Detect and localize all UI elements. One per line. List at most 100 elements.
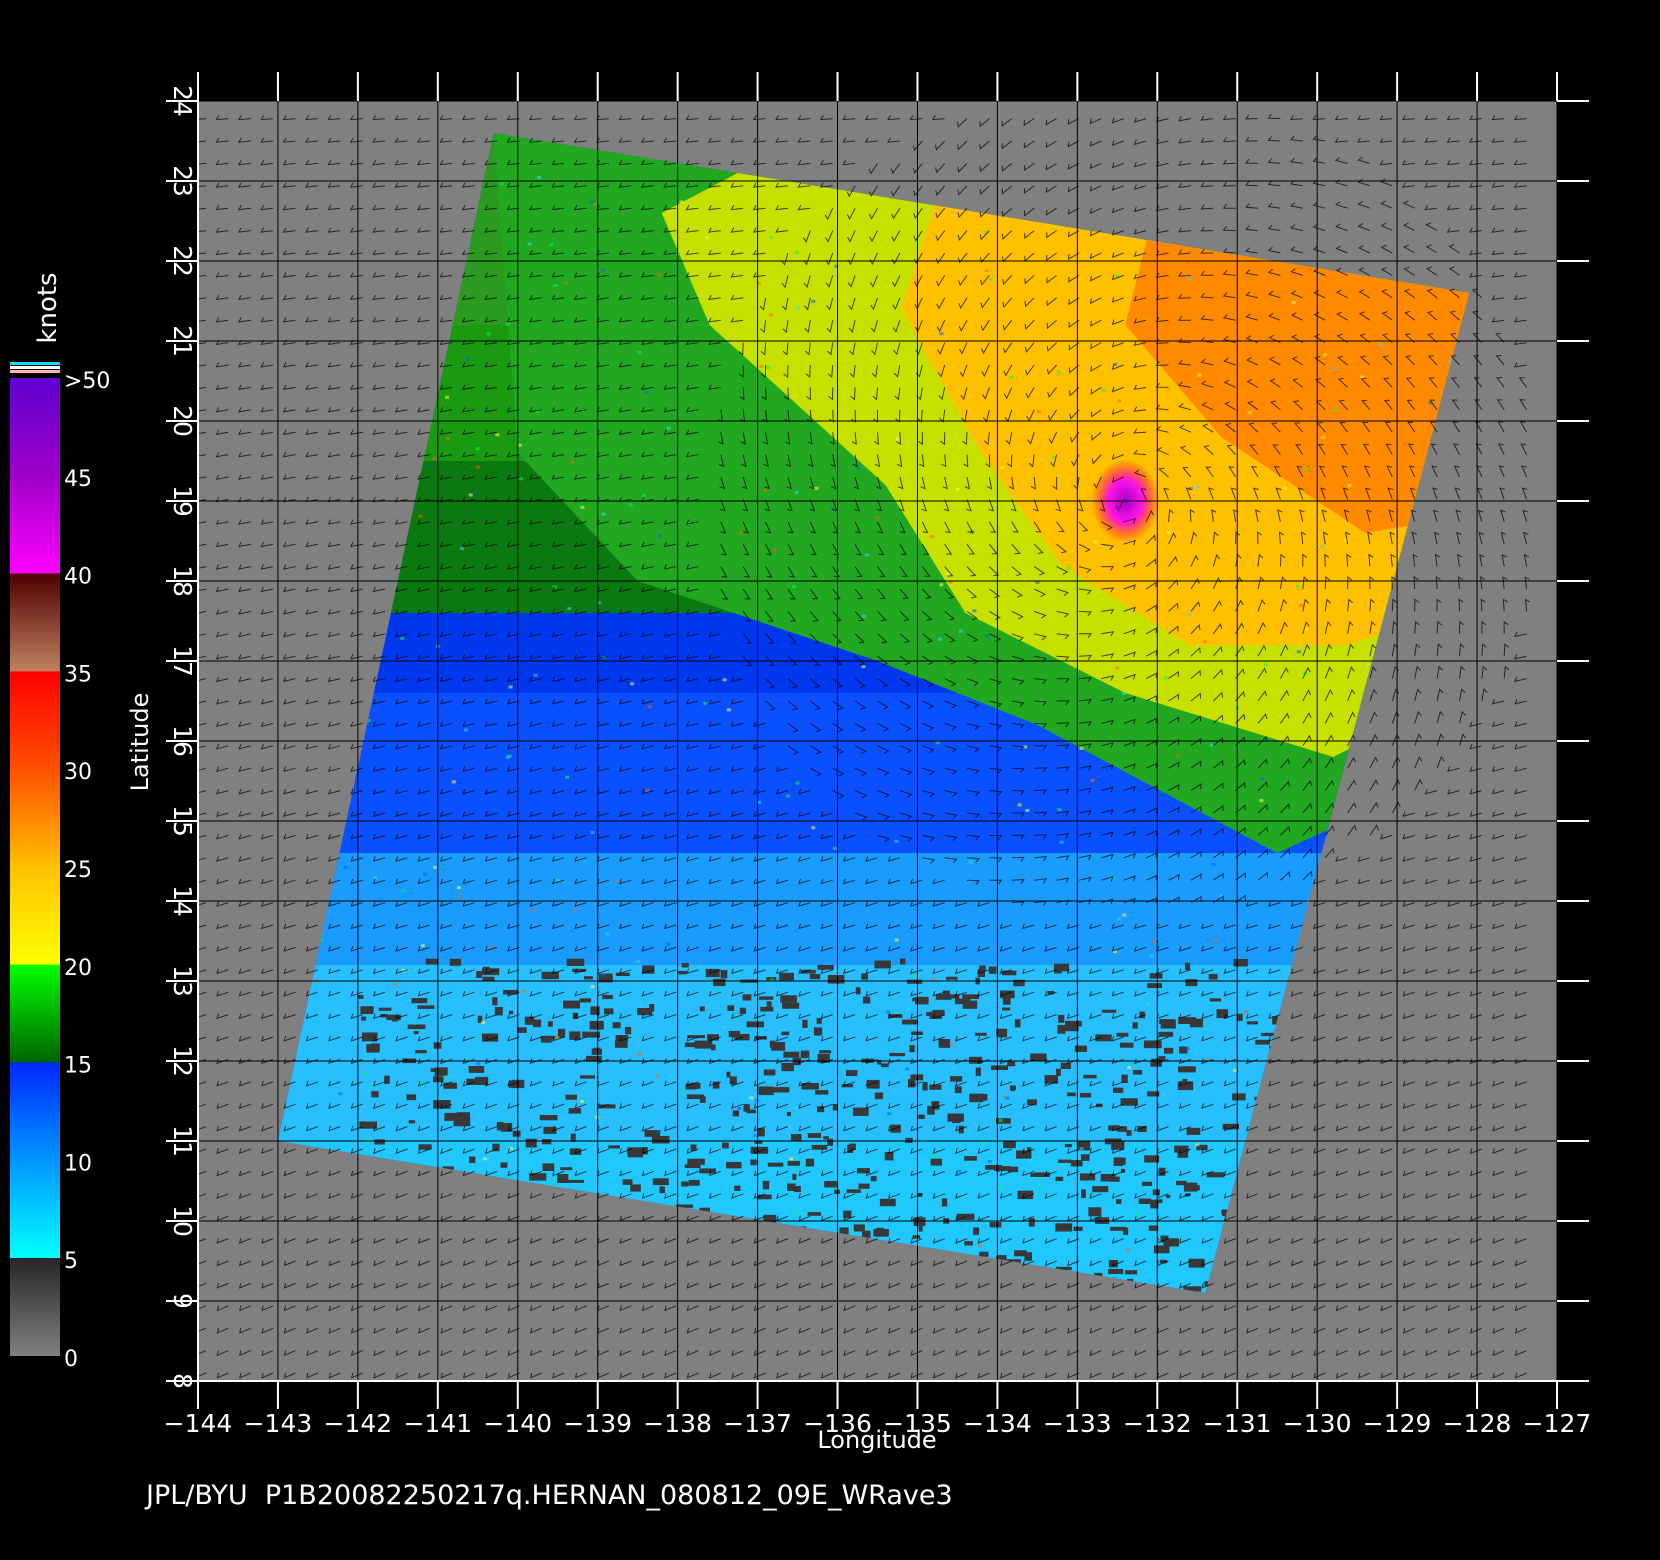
colorbar-cap-line — [10, 362, 60, 365]
low-wind-speckle — [941, 1198, 948, 1207]
low-wind-speckle — [541, 971, 559, 980]
speckle — [759, 365, 764, 368]
speckle — [393, 983, 397, 987]
speckle — [1177, 1133, 1182, 1136]
speckle — [445, 1075, 449, 1079]
speckle — [936, 741, 940, 745]
speckle — [1211, 863, 1216, 867]
speckle — [1000, 466, 1005, 469]
low-wind-speckle — [746, 1021, 764, 1028]
speckle — [939, 583, 944, 587]
low-wind-speckle — [358, 995, 364, 999]
low-wind-speckle — [1126, 1130, 1132, 1136]
speckle — [939, 332, 944, 336]
low-wind-speckle — [614, 1040, 628, 1048]
low-wind-speckle — [1055, 1176, 1064, 1181]
low-wind-speckle — [813, 1027, 823, 1036]
low-wind-speckle — [517, 1027, 527, 1033]
low-wind-speckle — [905, 1137, 913, 1143]
low-wind-speckle — [879, 1198, 896, 1207]
speckle — [1117, 399, 1122, 403]
low-wind-speckle — [989, 1222, 1002, 1228]
low-wind-speckle — [750, 1146, 769, 1154]
low-wind-speckle — [964, 1241, 973, 1246]
low-wind-speckle — [1088, 1207, 1102, 1217]
speckle — [644, 390, 649, 394]
lon-tick-label: −140 — [483, 1409, 552, 1438]
low-wind-speckle — [378, 1007, 392, 1011]
speckle — [362, 1057, 367, 1061]
speckle — [1117, 917, 1121, 921]
lon-tick-label: −144 — [164, 1409, 233, 1438]
lat-tick-label: 19 — [168, 485, 197, 517]
low-wind-speckle — [979, 965, 986, 971]
speckle — [929, 535, 934, 539]
speckle — [1243, 1010, 1248, 1014]
speckle — [998, 1119, 1003, 1122]
speckle — [1057, 808, 1062, 812]
low-wind-speckle — [699, 1096, 706, 1103]
speckle — [887, 1112, 892, 1116]
speckle — [726, 708, 731, 712]
low-wind-speckle — [566, 958, 585, 966]
low-wind-speckle — [568, 1108, 582, 1114]
low-wind-speckle — [783, 1051, 800, 1058]
speckle — [1079, 1147, 1084, 1151]
low-wind-speckle — [902, 1019, 918, 1025]
low-wind-speckle — [542, 1163, 555, 1171]
speckle — [754, 1098, 759, 1102]
low-wind-speckle — [1070, 1160, 1083, 1167]
low-wind-speckle — [705, 968, 720, 978]
low-wind-speckle — [580, 1075, 595, 1079]
speckle — [864, 553, 869, 557]
low-wind-speckle — [547, 1021, 553, 1027]
low-wind-speckle — [734, 1185, 741, 1191]
speckle — [418, 514, 423, 518]
low-wind-speckle — [982, 1093, 988, 1101]
low-wind-speckle — [823, 1136, 829, 1140]
low-wind-speckle — [604, 1008, 614, 1015]
low-wind-speckle — [608, 1145, 620, 1149]
speckle — [1187, 277, 1192, 280]
speckle — [472, 491, 477, 495]
low-wind-speckle — [853, 1224, 865, 1232]
low-wind-speckle — [1255, 1039, 1271, 1045]
low-wind-speckle — [742, 994, 752, 1001]
colorbar-unit-label: knots — [33, 272, 63, 343]
speckle — [791, 585, 796, 589]
low-wind-speckle — [1030, 1173, 1035, 1177]
speckle — [600, 973, 605, 977]
speckle — [589, 200, 594, 204]
speckle — [811, 826, 816, 830]
low-wind-speckle — [454, 1119, 467, 1127]
low-wind-speckle — [1000, 990, 1015, 999]
low-wind-speckle — [1185, 979, 1198, 987]
speckle — [792, 1209, 797, 1213]
low-wind-speckle — [1119, 1042, 1134, 1048]
low-wind-speckle — [411, 998, 428, 1004]
speckle — [795, 781, 800, 785]
low-wind-speckle — [684, 1042, 696, 1048]
low-wind-speckle — [566, 1179, 585, 1183]
low-wind-speckle — [1058, 1159, 1072, 1163]
low-wind-speckle — [649, 1004, 655, 1012]
low-wind-speckle — [994, 1166, 1012, 1171]
speckle — [1322, 353, 1327, 357]
low-wind-speckle — [1074, 1045, 1088, 1052]
low-wind-speckle — [408, 1120, 416, 1124]
low-wind-speckle — [1110, 1176, 1120, 1182]
speckle — [794, 491, 799, 494]
low-wind-speckle — [990, 1065, 1008, 1070]
speckle — [1121, 692, 1126, 696]
low-wind-speckle — [773, 1087, 790, 1093]
speckle — [637, 1052, 642, 1056]
low-wind-speckle — [1108, 1268, 1124, 1274]
speckle — [1101, 388, 1106, 392]
speckle — [537, 176, 542, 179]
speckle — [565, 775, 569, 779]
low-wind-speckle — [425, 958, 439, 965]
speckle — [580, 505, 585, 509]
low-wind-speckle — [781, 1062, 794, 1072]
low-wind-speckle — [615, 972, 630, 976]
speckle — [949, 1042, 954, 1046]
